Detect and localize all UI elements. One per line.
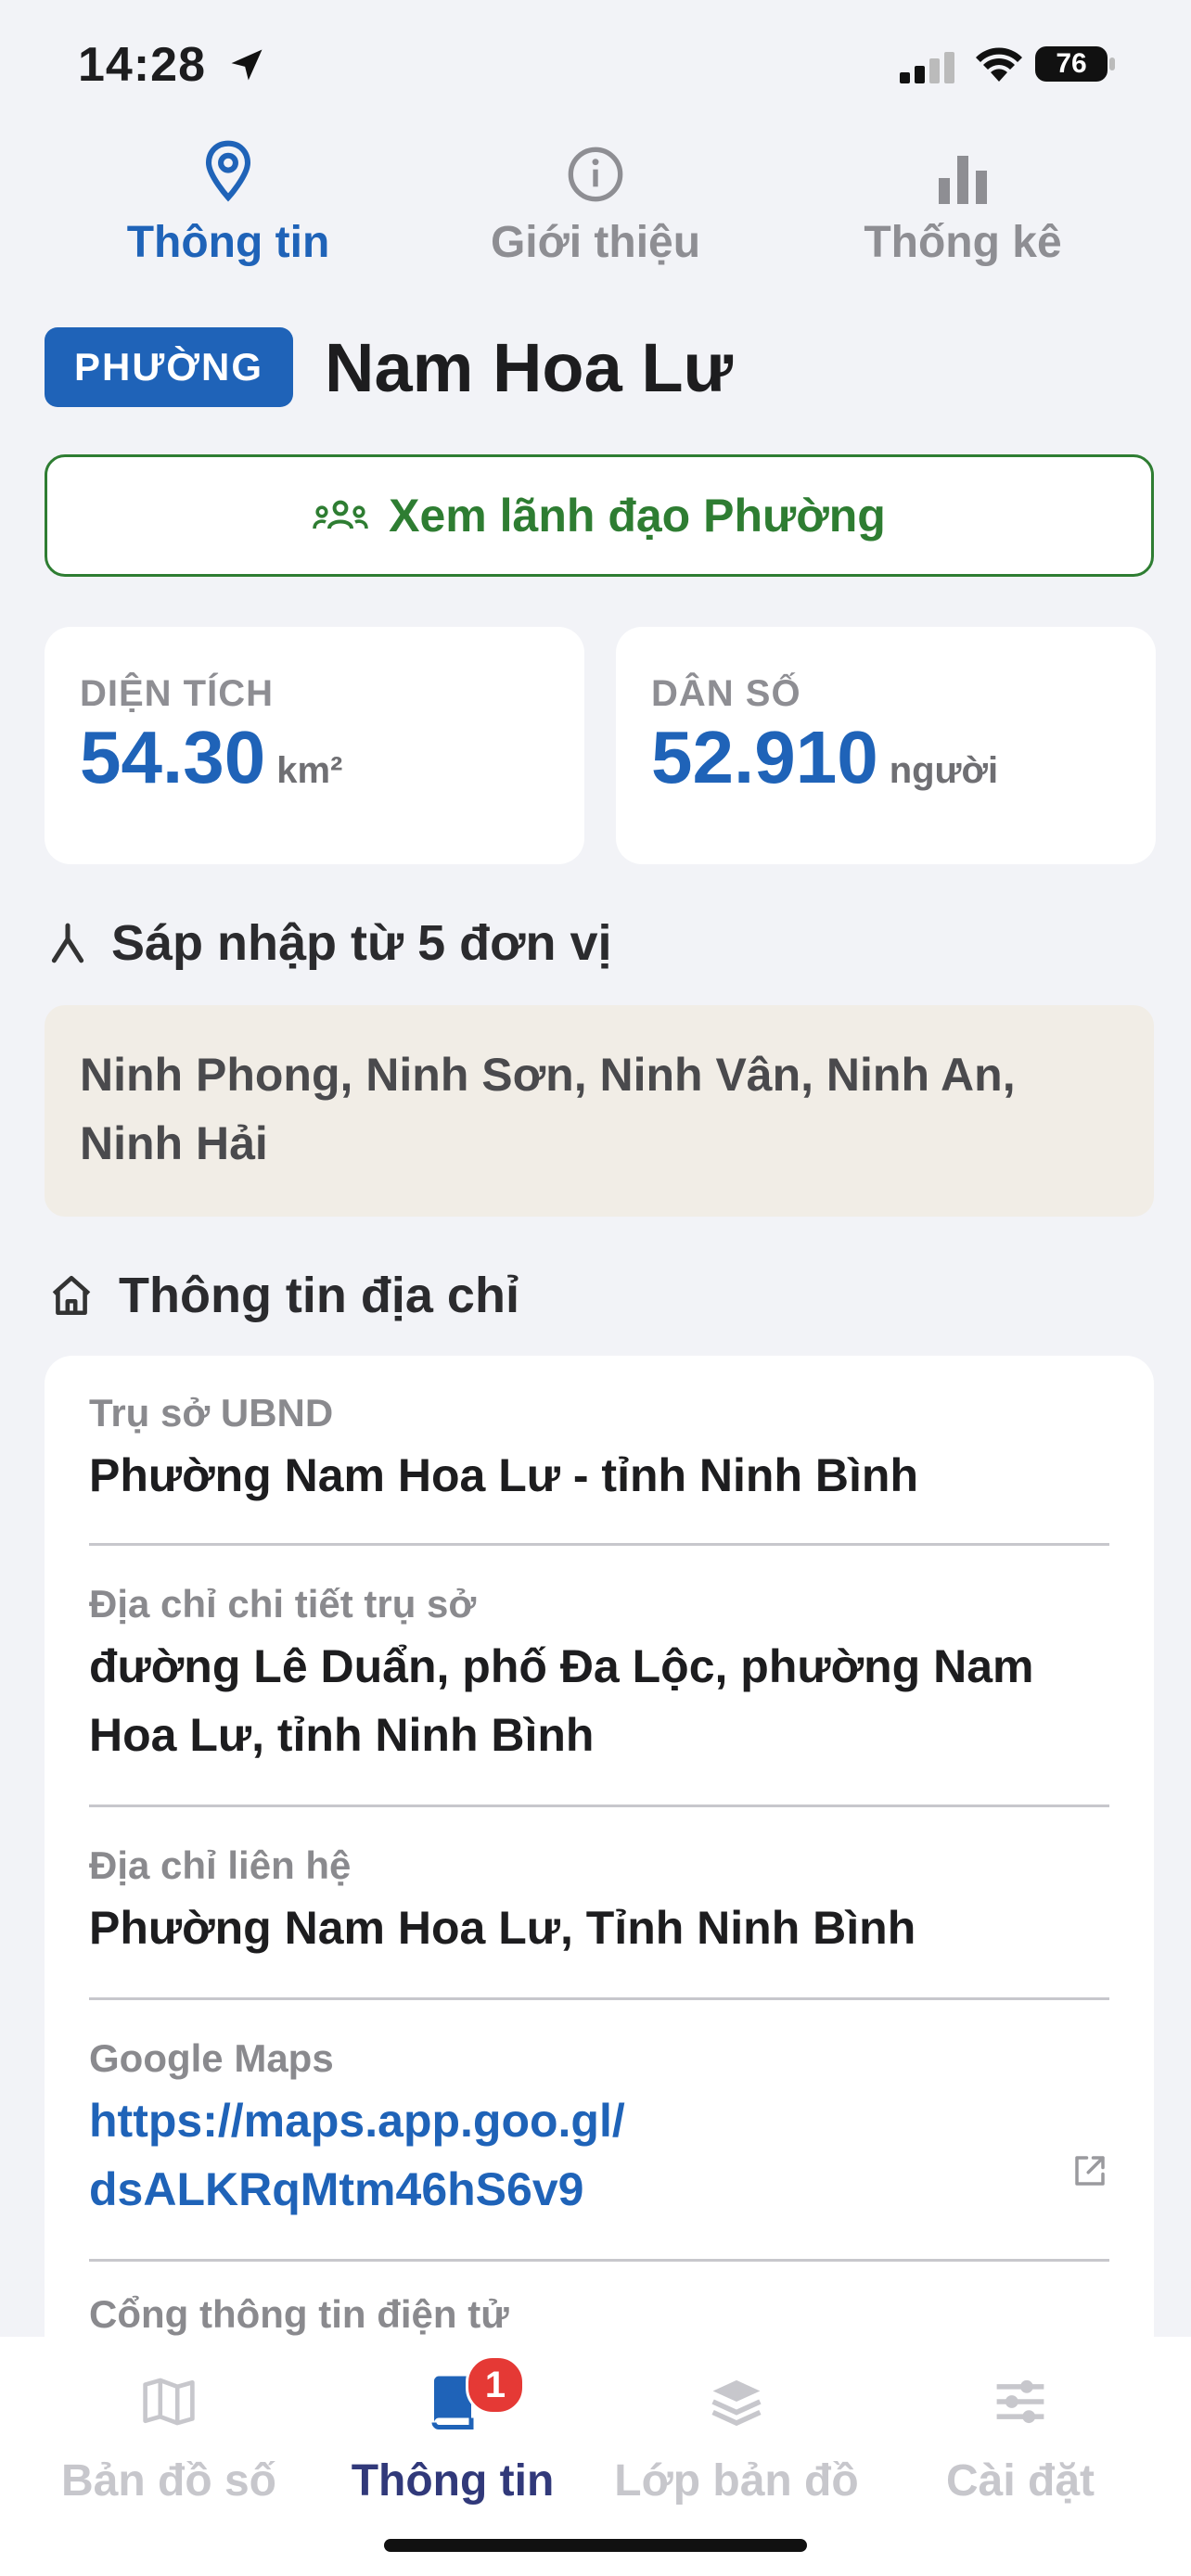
cellular-signal-icon bbox=[900, 52, 954, 83]
google-maps-link[interactable]: https://maps.app.goo.gl/ bbox=[89, 2086, 1109, 2155]
view-leaders-label: Xem lãnh đạo Phường bbox=[389, 490, 886, 542]
group-people-icon bbox=[313, 500, 368, 529]
battery-cap bbox=[1109, 57, 1115, 70]
address-item-value: đường Lê Duẩn, phố Đa Lộc, phường Nam bbox=[89, 1640, 1034, 1692]
address-item-label: Địa chỉ liên hệ bbox=[89, 1843, 352, 1887]
nav-thong-tin[interactable]: 1 Thông tin bbox=[304, 2355, 601, 2506]
nav-label: Bản đồ số bbox=[60, 2456, 276, 2506]
battery-indicator: 76 bbox=[1035, 46, 1108, 82]
view-leaders-button[interactable]: Xem lãnh đạo Phường bbox=[45, 454, 1154, 577]
tab-label: Thông tin bbox=[126, 218, 330, 267]
address-item-portal: Cổng thông tin điện tử bbox=[89, 2292, 1109, 2337]
population-unit: người bbox=[889, 750, 999, 791]
address-title: Thông tin địa chỉ bbox=[119, 1268, 519, 1323]
divider bbox=[89, 1804, 1109, 1807]
area-unit: km² bbox=[276, 750, 343, 791]
address-item-google-maps: Google Maps https://maps.app.goo.gl/ dsA… bbox=[89, 2036, 1109, 2224]
address-item-label: Trụ sở UBND bbox=[89, 1391, 334, 1435]
address-item-value: Phường Nam Hoa Lư, Tỉnh Ninh Bình bbox=[89, 1902, 916, 1954]
nav-lop-ban-do[interactable]: Lớp bản đồ bbox=[588, 2365, 885, 2506]
tab-gioi-thieu[interactable]: Giới thiệu bbox=[410, 130, 781, 268]
notification-badge: 1 bbox=[466, 2355, 525, 2415]
address-card: Trụ sở UBND Phường Nam Hoa Lư - tỉnh Nin… bbox=[45, 1356, 1154, 2357]
status-bar: 14:28 76 bbox=[0, 0, 1191, 130]
area-value: 54.30 bbox=[80, 716, 266, 798]
tab-thong-tin[interactable]: Thông tin bbox=[43, 130, 414, 268]
nav-cai-dat[interactable]: Cài đặt bbox=[872, 2365, 1169, 2506]
area-stat-card: DIỆN TÍCH 54.30 km² bbox=[45, 627, 584, 864]
divider bbox=[89, 1997, 1109, 2000]
population-caption: DÂN SỐ bbox=[651, 673, 801, 714]
wifi-icon bbox=[976, 47, 1022, 82]
address-item-value: Hoa Lư, tỉnh Ninh Bình bbox=[89, 1709, 595, 1761]
merge-icon bbox=[51, 923, 84, 963]
address-item-contact: Địa chỉ liên hệ Phường Nam Hoa Lư, Tỉnh … bbox=[89, 1843, 1109, 1962]
nav-ban-do-so[interactable]: Bản đồ số bbox=[20, 2365, 317, 2506]
merged-units-line: Ninh Hải bbox=[80, 1117, 268, 1169]
status-time: 14:28 bbox=[78, 38, 206, 92]
merged-title: Sáp nhập từ 5 đơn vị bbox=[111, 915, 612, 971]
merged-units-box: Ninh Phong, Ninh Sơn, Ninh Vân, Ninh An,… bbox=[45, 1005, 1154, 1217]
info-icon bbox=[568, 147, 623, 202]
nav-label: Lớp bản đồ bbox=[614, 2456, 859, 2506]
nav-label: Thông tin bbox=[351, 2456, 555, 2506]
home-icon bbox=[52, 1275, 91, 1316]
divider bbox=[89, 1543, 1109, 1546]
merged-section-header: Sáp nhập từ 5 đơn vị bbox=[48, 914, 612, 972]
unit-name: Nam Hoa Lư bbox=[325, 328, 734, 406]
location-arrow-icon bbox=[231, 49, 263, 81]
divider bbox=[89, 2259, 1109, 2262]
address-item-label: Địa chỉ chi tiết trụ sở bbox=[89, 1582, 477, 1626]
tab-label: Thống kê bbox=[864, 218, 1062, 267]
address-item-value: Phường Nam Hoa Lư - tỉnh Ninh Bình bbox=[89, 1449, 918, 1501]
location-pin-icon bbox=[205, 140, 251, 202]
map-icon bbox=[143, 2378, 195, 2426]
address-item-label: Cổng thông tin điện tử bbox=[89, 2292, 509, 2336]
bar-chart-icon bbox=[939, 156, 987, 204]
unit-level-badge: PHƯỜNG bbox=[45, 327, 294, 407]
tab-thong-ke[interactable]: Thống kê bbox=[777, 130, 1148, 268]
sliders-icon bbox=[996, 2379, 1044, 2424]
area-caption: DIỆN TÍCH bbox=[80, 673, 274, 714]
address-item-detail: Địa chỉ chi tiết trụ sở đường Lê Duẩn, p… bbox=[89, 1582, 1109, 1769]
layers-icon bbox=[711, 2379, 762, 2427]
home-indicator bbox=[384, 2539, 807, 2552]
population-stat-card: DÂN SỐ 52.910 người bbox=[616, 627, 1156, 864]
merged-units-line: Ninh Phong, Ninh Sơn, Ninh Vân, Ninh An, bbox=[80, 1049, 1016, 1101]
external-link-icon[interactable] bbox=[1070, 2151, 1109, 2190]
google-maps-link[interactable]: dsALKRqMtm46hS6v9 bbox=[89, 2155, 1109, 2224]
top-tabs: Thông tin Giới thiệu Thống kê bbox=[0, 130, 1191, 278]
population-value: 52.910 bbox=[651, 716, 878, 798]
nav-label: Cài đặt bbox=[945, 2456, 1095, 2506]
unit-title: PHƯỜNG Nam Hoa Lư bbox=[45, 326, 733, 408]
address-item-label: Google Maps bbox=[89, 2036, 334, 2080]
address-item-headquarters: Trụ sở UBND Phường Nam Hoa Lư - tỉnh Nin… bbox=[89, 1391, 1109, 1510]
tab-label: Giới thiệu bbox=[490, 218, 701, 267]
address-section-header: Thông tin địa chỉ bbox=[48, 1267, 519, 1324]
